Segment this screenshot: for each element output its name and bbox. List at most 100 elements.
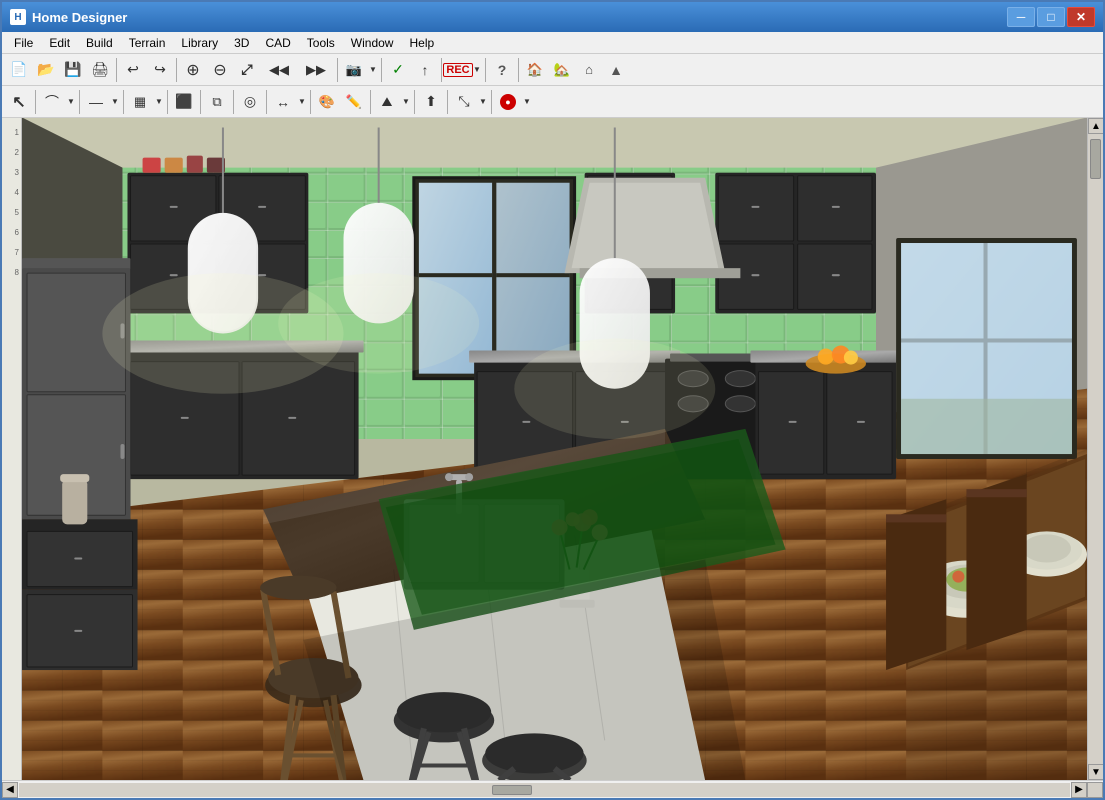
minimize-button[interactable]: ─ [1007, 7, 1035, 27]
record-button[interactable]: REC [445, 57, 471, 83]
floor-plan-button[interactable]: ⌂ [576, 57, 602, 83]
wall-dropdown[interactable]: ▼ [154, 89, 164, 115]
scrollbar-thumb-bottom[interactable] [492, 785, 532, 795]
elevation-button[interactable]: 🏡 [549, 57, 575, 83]
sep7 [518, 58, 519, 82]
menu-file[interactable]: File [6, 34, 41, 52]
transform-dropdown-arrow[interactable]: ▼ [478, 89, 488, 115]
redo-button[interactable]: ↪ [147, 57, 173, 83]
transform-tool[interactable]: ⤡ [451, 89, 477, 115]
sep6 [485, 58, 486, 82]
help-button[interactable]: ? [489, 57, 515, 83]
scrollbar-right[interactable]: ▲ ▼ [1087, 118, 1103, 780]
menu-cad[interactable]: CAD [257, 34, 298, 52]
camera-button[interactable]: 📷 [341, 57, 367, 83]
terrain-dropdown[interactable]: ▼ [401, 89, 411, 115]
arc-dropdown[interactable]: ▼ [66, 89, 76, 115]
ruler-left: 1 2 3 4 5 6 7 8 [2, 118, 22, 780]
open-button[interactable]: 📂 [33, 57, 59, 83]
menu-library[interactable]: Library [173, 34, 226, 52]
scrollbar-track-bottom[interactable] [19, 783, 1070, 797]
menu-window[interactable]: Window [343, 34, 402, 52]
paint-tool[interactable]: ✏️ [341, 89, 367, 115]
camera-dropdown[interactable]: ▼ [368, 57, 378, 83]
menu-bar: File Edit Build Terrain Library 3D CAD T… [2, 32, 1103, 54]
library-tool[interactable]: ◎ [237, 89, 263, 115]
main-window: H Home Designer ─ □ ✕ File Edit Build Te… [0, 0, 1105, 800]
camera-dropdown-arrow[interactable]: ▼ [368, 57, 378, 83]
structure-button[interactable]: ▲ [603, 57, 629, 83]
check-button[interactable]: ✓ [385, 57, 411, 83]
transform-dropdown[interactable]: ▼ [478, 89, 488, 115]
scrollbar-thumb-right[interactable] [1090, 139, 1101, 179]
sep3 [337, 58, 338, 82]
arc-dropdown-arrow[interactable]: ▼ [66, 89, 76, 115]
menu-3d[interactable]: 3D [226, 34, 257, 52]
main-area: 1 2 3 4 5 6 7 8 [2, 118, 1103, 780]
save-button[interactable]: 💾 [60, 57, 86, 83]
dimension-dropdown[interactable]: ▼ [297, 89, 307, 115]
new-button[interactable]: 📄 [6, 57, 32, 83]
scroll-left-button[interactable]: ◀ [2, 782, 18, 798]
title-bar: H Home Designer ─ □ ✕ [2, 2, 1103, 32]
scroll-right-button[interactable]: ▶ [1071, 782, 1087, 798]
sep-t2-2 [79, 90, 80, 114]
menu-edit[interactable]: Edit [41, 34, 78, 52]
record-dropdown[interactable]: ▼ [472, 57, 482, 83]
next-view-button[interactable]: ▶▶ [298, 57, 334, 83]
sep5 [441, 58, 442, 82]
toolbar-row-1: 📄 📂 💾 🖨 ↩ ↪ ⊕ ⊖ ⤢ ◀◀ ▶▶ 📷 ▼ ✓ ↑ REC ▼ ? … [2, 54, 1103, 86]
video-record-dropdown[interactable]: ▼ [522, 89, 532, 115]
menu-help[interactable]: Help [401, 34, 442, 52]
fill-tool[interactable]: 🎨 [314, 89, 340, 115]
video-record-dropdown-arrow[interactable]: ▼ [522, 89, 532, 115]
line-tool[interactable]: — [83, 89, 109, 115]
undo-button[interactable]: ↩ [120, 57, 146, 83]
close-button[interactable]: ✕ [1067, 7, 1095, 27]
scroll-up-button[interactable]: ▲ [1088, 118, 1103, 134]
sep4 [381, 58, 382, 82]
record-dropdown-arrow[interactable]: ▼ [472, 57, 482, 83]
scrollbar-track-right[interactable] [1088, 134, 1103, 764]
sep-t2-9 [370, 90, 371, 114]
select-tool[interactable]: ↖ [6, 89, 32, 115]
arc-tool[interactable]: ⌒ [39, 89, 65, 115]
wall-dropdown-arrow[interactable]: ▼ [154, 89, 164, 115]
print-button[interactable]: 🖨 [87, 57, 113, 83]
fit-button[interactable]: ⤢ [234, 57, 260, 83]
sep-t2-12 [491, 90, 492, 114]
sep2 [176, 58, 177, 82]
prev-view-button[interactable]: ◀◀ [261, 57, 297, 83]
canvas-area[interactable] [22, 118, 1087, 780]
dimension-tool[interactable]: ↔ [270, 89, 296, 115]
zoom-out-button[interactable]: ⊖ [207, 57, 233, 83]
line-dropdown[interactable]: ▼ [110, 89, 120, 115]
wall-tool[interactable]: ▦ [127, 89, 153, 115]
maximize-button[interactable]: □ [1037, 7, 1065, 27]
line-dropdown-arrow[interactable]: ▼ [110, 89, 120, 115]
cabinet-tool[interactable]: ⧉ [204, 89, 230, 115]
menu-tools[interactable]: Tools [299, 34, 343, 52]
bottom-bar: ◀ ▶ [2, 780, 1103, 798]
sep-t2-6 [233, 90, 234, 114]
menu-build[interactable]: Build [78, 34, 121, 52]
video-record-tool[interactable]: ● [495, 89, 521, 115]
exterior-button[interactable]: 🏠 [522, 57, 548, 83]
sep-t2-4 [167, 90, 168, 114]
arrow-up-button[interactable]: ↑ [412, 57, 438, 83]
room-tool[interactable]: ⬛ [171, 89, 197, 115]
dimension-dropdown-arrow[interactable]: ▼ [297, 89, 307, 115]
terrain-tool[interactable]: ⛰ [374, 89, 400, 115]
menu-terrain[interactable]: Terrain [121, 34, 174, 52]
sep-t2-11 [447, 90, 448, 114]
sep-t2-5 [200, 90, 201, 114]
sep-t2-1 [35, 90, 36, 114]
sep-t2-3 [123, 90, 124, 114]
text-tool[interactable]: ⬆ [418, 89, 444, 115]
scroll-down-button[interactable]: ▼ [1088, 764, 1103, 780]
terrain-dropdown-arrow[interactable]: ▼ [401, 89, 411, 115]
window-title: Home Designer [32, 10, 1001, 25]
toolbar-row-2: ↖ ⌒ ▼ — ▼ ▦ ▼ ⬛ ⧉ ◎ ↔ ▼ [2, 86, 1103, 118]
app-icon: H [10, 9, 26, 25]
zoom-in-button[interactable]: ⊕ [180, 57, 206, 83]
